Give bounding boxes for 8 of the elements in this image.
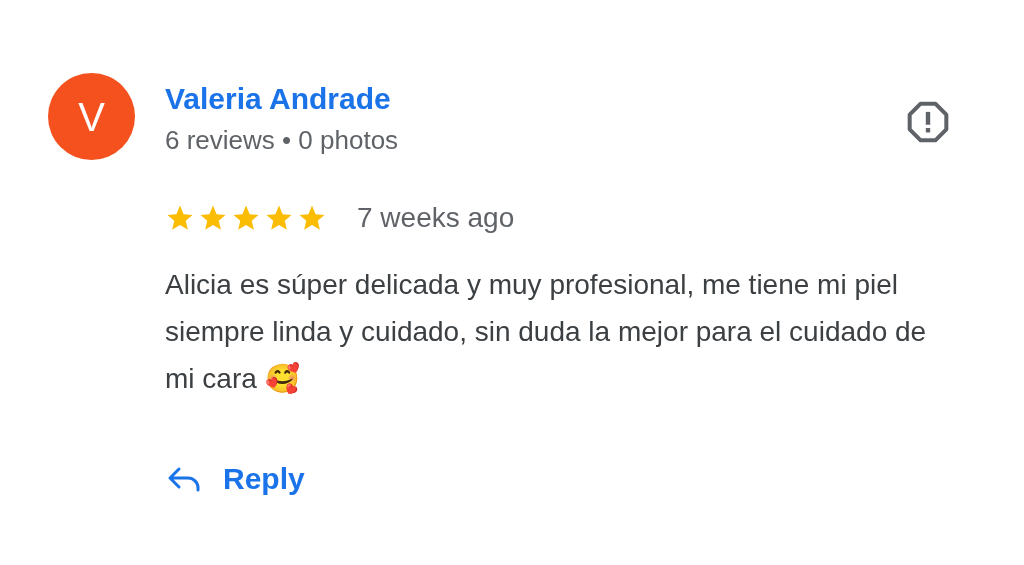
reply-icon — [167, 465, 201, 492]
report-icon[interactable] — [906, 100, 950, 144]
review-time: 7 weeks ago — [357, 201, 515, 235]
review-text: Alicia es súper delicada y muy profesional, me tiene mi piel siempre linda y cuidado, sin duda la mejor para el cuidado de mi cara 🥰 — [165, 268, 928, 396]
avatar: V — [48, 73, 135, 160]
reviewer-name[interactable]: Valeria Andrade — [165, 77, 399, 121]
reviewer-meta: 6 reviews • 0 photos — [165, 124, 399, 157]
reply-button[interactable]: Reply — [155, 450, 317, 507]
